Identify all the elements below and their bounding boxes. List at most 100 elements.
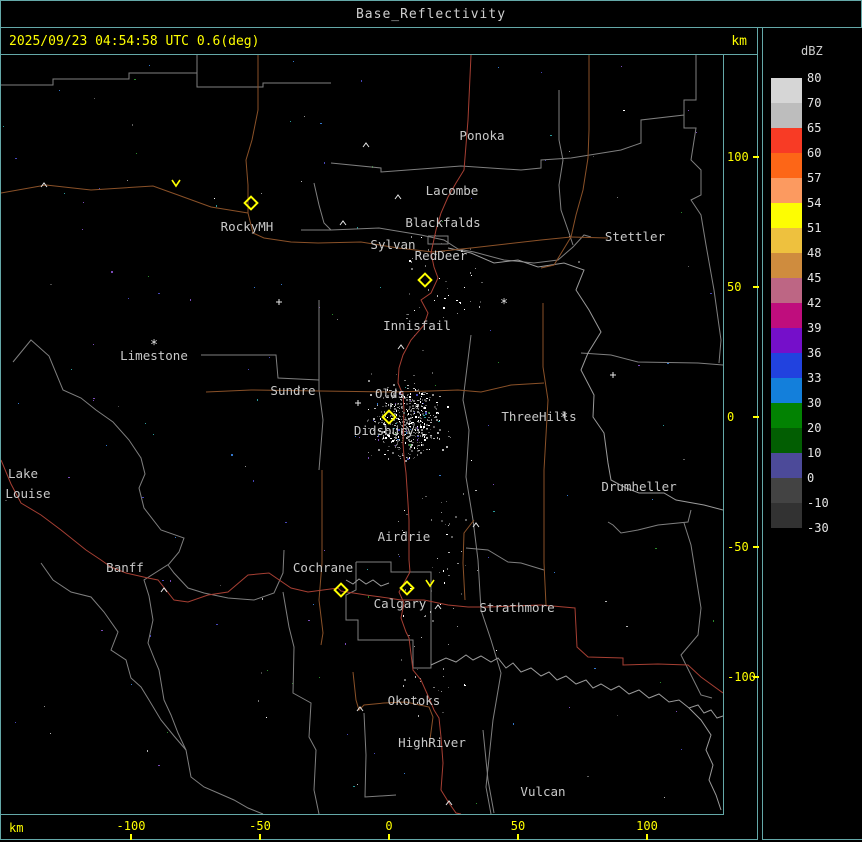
- echo-dot: [448, 436, 450, 437]
- echo-dot: [569, 707, 570, 708]
- echo-dot: [390, 403, 392, 405]
- boundary-line: [1, 72, 331, 88]
- echo-dot: [436, 408, 437, 410]
- radar-site-diamond-icon: [333, 582, 349, 598]
- echo-dot: [422, 413, 424, 415]
- echo-dot: [347, 734, 348, 735]
- echo-dot: [418, 445, 420, 446]
- echo-dot: [353, 786, 355, 787]
- echo-dot: [394, 439, 395, 441]
- echo-dot: [417, 426, 418, 427]
- echo-dot: [420, 426, 422, 428]
- echo-dot: [408, 439, 410, 441]
- boundary-line: [680, 522, 713, 699]
- echo-dot: [420, 401, 421, 403]
- echo-dot: [426, 437, 428, 439]
- boundary-line: [201, 354, 320, 381]
- echo-dot: [617, 197, 618, 198]
- radar-map-svg: ***PonokaLacombeBlackfaldsSylvanRedDeerS…: [0, 54, 724, 815]
- echo-dot: [446, 534, 448, 535]
- echo-dot: [397, 442, 398, 444]
- echo-dot: [15, 722, 16, 723]
- x-tick-label: 0: [385, 819, 393, 833]
- boundary-line: [40, 562, 187, 751]
- echo-dot: [422, 399, 423, 401]
- colorbar-swatch: [771, 228, 802, 253]
- echo-dot: [430, 435, 432, 436]
- echo-dot: [368, 596, 369, 598]
- echo-dot: [399, 456, 401, 457]
- colorbar-stop-label: 57: [807, 171, 822, 185]
- colorbar-swatch: [771, 503, 802, 528]
- echo-dot: [397, 407, 399, 408]
- echo-dot: [402, 411, 403, 412]
- echo-dot: [94, 98, 95, 99]
- colorbar-swatch: [771, 103, 802, 128]
- echo-dot: [412, 442, 414, 443]
- asterisk-icon: *: [500, 297, 508, 312]
- echo-dot: [688, 266, 689, 267]
- colorbar-stop-label: 80: [807, 71, 822, 85]
- echo-dot: [419, 392, 420, 394]
- echo-dot: [127, 180, 128, 181]
- y-tick-mark: [753, 156, 759, 158]
- colorbar-stop-label: 0: [807, 471, 815, 485]
- echo-dot: [431, 419, 432, 421]
- colorbar-stop-label: -30: [807, 521, 829, 535]
- echo-dot: [550, 135, 552, 136]
- echo-dot: [448, 552, 450, 553]
- echo-dot: [425, 496, 427, 497]
- echo-dot: [419, 412, 420, 414]
- echo-dot: [464, 287, 465, 288]
- echo-dot: [424, 439, 426, 441]
- echo-dot: [132, 124, 133, 126]
- echo-dot: [397, 418, 398, 419]
- echo-dot: [414, 429, 416, 430]
- echo-dot: [425, 434, 427, 435]
- echo-dot: [415, 389, 416, 391]
- colorbar-stop-label: 30: [807, 396, 822, 410]
- echo-dot: [408, 409, 409, 410]
- echo-dot: [417, 400, 419, 401]
- road-brown-line: [318, 470, 324, 646]
- echo-dot: [396, 374, 397, 375]
- echo-dot: [68, 477, 70, 478]
- boundary-line: [607, 509, 692, 534]
- echo-dot: [131, 684, 132, 685]
- city-label: Innisfail: [383, 318, 451, 333]
- echo-dot: [408, 453, 409, 454]
- echo-dot: [437, 558, 438, 559]
- echo-dot: [681, 212, 682, 213]
- echo-dot: [395, 404, 396, 406]
- colorbar-swatch: [771, 253, 802, 278]
- city-label: Sundre: [270, 383, 315, 398]
- echo-dot: [444, 298, 446, 299]
- echo-dot: [430, 436, 432, 438]
- echo-dot: [437, 295, 438, 297]
- y-tick-mark: [753, 286, 759, 288]
- echo-dot: [439, 572, 440, 573]
- echo-dot: [477, 570, 478, 571]
- echo-dot: [319, 677, 320, 678]
- echo-dot: [424, 392, 426, 393]
- echo-dot: [136, 153, 137, 154]
- echo-dot: [425, 615, 426, 617]
- echo-dot: [471, 275, 472, 276]
- echo-dot: [426, 449, 428, 450]
- city-label: Cochrane: [293, 560, 353, 575]
- echo-dot: [375, 439, 376, 440]
- echo-dot: [439, 429, 441, 431]
- echo-dot: [390, 415, 392, 416]
- echo-dot: [382, 438, 383, 440]
- echo-dot: [416, 394, 418, 396]
- radar-map-canvas[interactable]: * * * Ponoka Lacombe Blackfalds Sylvan RedDeer S…: [0, 54, 724, 815]
- river-line: [447, 247, 724, 511]
- echo-dot: [421, 442, 422, 443]
- city-label: ThreeHills: [501, 409, 576, 424]
- echo-dot: [448, 525, 449, 526]
- echo-dot: [320, 123, 322, 124]
- echo-dot: [258, 700, 259, 702]
- echo-dot: [377, 416, 378, 417]
- echo-dot: [655, 548, 657, 549]
- echo-dot: [446, 501, 447, 502]
